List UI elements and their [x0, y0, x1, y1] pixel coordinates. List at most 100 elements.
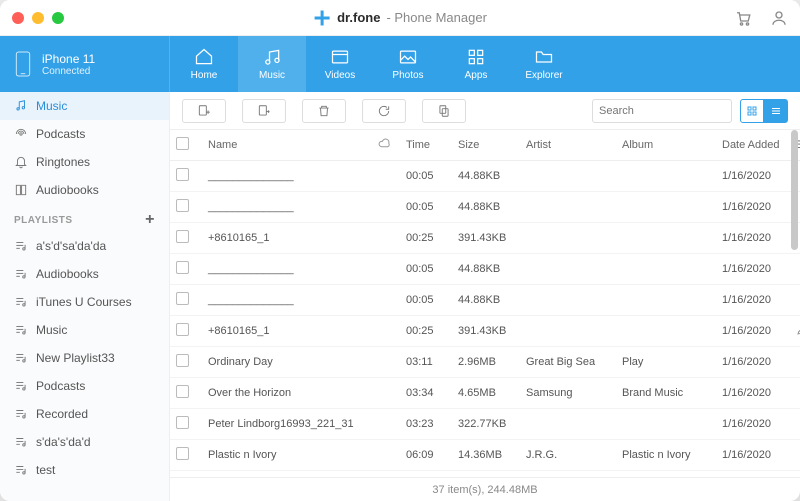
- table-row[interactable]: Peter Lindborg16993_221_3103:23322.77KB1…: [170, 409, 800, 440]
- list-icon: [770, 105, 782, 117]
- row-checkbox[interactable]: [176, 168, 189, 181]
- table-row[interactable]: ______________00:0544.88KB1/16/2020: [170, 192, 800, 223]
- table-row[interactable]: Ordinary Day 03:112.96MBGreat Big SeaPlay…: [170, 347, 800, 378]
- add-playlist-button[interactable]: +: [145, 212, 155, 228]
- book-icon: [14, 183, 28, 197]
- col-artist[interactable]: Artist: [520, 130, 616, 161]
- sidebar-item-podcasts[interactable]: Podcasts: [0, 120, 169, 148]
- sidebar-item-audiobooks[interactable]: Audiobooks: [0, 176, 169, 204]
- playlists-header: PLAYLISTS: [14, 215, 73, 226]
- cell-date: 1/16/2020: [716, 192, 790, 223]
- cell-date: 1/16/2020: [716, 409, 790, 440]
- row-checkbox[interactable]: [176, 199, 189, 212]
- search-box[interactable]: [592, 99, 732, 123]
- cell-album: Play: [616, 347, 716, 378]
- device-name: iPhone 11: [42, 52, 95, 66]
- cell-time: 00:05: [400, 254, 452, 285]
- row-checkbox[interactable]: [176, 416, 189, 429]
- col-time[interactable]: Time: [400, 130, 452, 161]
- music-icon: [262, 47, 282, 67]
- cell-size: 391.43KB: [452, 316, 520, 347]
- table-row[interactable]: ______________00:0544.88KB1/16/2020: [170, 285, 800, 316]
- sidebar: MusicPodcastsRingtonesAudiobooksPLAYLIST…: [0, 92, 170, 501]
- playlist-item[interactable]: a's'd'sa'da'da: [0, 232, 169, 260]
- table-row[interactable]: ______________00:0544.88KB1/16/2020: [170, 254, 800, 285]
- cell-time: 00:05: [400, 285, 452, 316]
- nav-music[interactable]: Music: [238, 36, 306, 92]
- playlist-item[interactable]: Podcasts: [0, 372, 169, 400]
- playlist-item[interactable]: iTunes U Courses: [0, 288, 169, 316]
- scrollbar-thumb[interactable]: [791, 130, 798, 250]
- row-checkbox[interactable]: [176, 261, 189, 274]
- playlist-icon: [14, 407, 28, 421]
- select-all-checkbox[interactable]: [176, 137, 189, 150]
- export-button[interactable]: [242, 99, 286, 123]
- add-icon: [197, 104, 211, 118]
- table-row[interactable]: Over the Horizon03:344.65MBSamsungBrand …: [170, 378, 800, 409]
- row-checkbox[interactable]: [176, 292, 189, 305]
- row-checkbox[interactable]: [176, 354, 189, 367]
- playlist-item[interactable]: Audiobooks: [0, 260, 169, 288]
- cell-time: 03:11: [400, 347, 452, 378]
- nav-explorer[interactable]: Explorer: [510, 36, 578, 92]
- add-button[interactable]: [182, 99, 226, 123]
- delete-button[interactable]: [302, 99, 346, 123]
- playlist-item[interactable]: New Playlist33: [0, 344, 169, 372]
- app-title: dr.fone - Phone Manager: [313, 9, 487, 27]
- cell-date: 1/16/2020: [716, 316, 790, 347]
- sidebar-item-ringtones[interactable]: Ringtones: [0, 148, 169, 176]
- cell-size: 2.96MB: [452, 347, 520, 378]
- cell-name: Ordinary Day: [202, 347, 372, 378]
- brand-text: dr.fone: [337, 10, 380, 25]
- nav-photos[interactable]: Photos: [374, 36, 442, 92]
- nav-home[interactable]: Home: [170, 36, 238, 92]
- podcast-icon: [14, 127, 28, 141]
- refresh-button[interactable]: [362, 99, 406, 123]
- nav-videos[interactable]: Videos: [306, 36, 374, 92]
- playlist-label: Podcasts: [36, 379, 85, 393]
- main-panel: Name Time Size Artist Album Date Added E…: [170, 92, 800, 501]
- device-selector[interactable]: iPhone 11 Connected: [0, 36, 170, 92]
- close-window-button[interactable]: [12, 12, 24, 24]
- playlist-item[interactable]: Recorded: [0, 400, 169, 428]
- cell-artist: [520, 223, 616, 254]
- table-row[interactable]: ______________00:0544.88KB1/16/2020: [170, 161, 800, 192]
- cell-date: 1/16/2020: [716, 440, 790, 471]
- cell-size: 44.88KB: [452, 161, 520, 192]
- playlist-item[interactable]: test: [0, 456, 169, 484]
- cell-artist: Great Big Sea: [520, 347, 616, 378]
- playlist-label: test: [36, 463, 55, 477]
- maximize-window-button[interactable]: [52, 12, 64, 24]
- row-checkbox[interactable]: [176, 323, 189, 336]
- row-checkbox[interactable]: [176, 385, 189, 398]
- col-date[interactable]: Date Added: [716, 130, 790, 161]
- table-scroll[interactable]: Name Time Size Artist Album Date Added E…: [170, 130, 800, 477]
- sidebar-item-music[interactable]: Music: [0, 92, 169, 120]
- table-row[interactable]: +8610165_100:25391.43KB1/16/2020: [170, 223, 800, 254]
- dedupe-button[interactable]: [422, 99, 466, 123]
- row-checkbox[interactable]: [176, 447, 189, 460]
- playlist-item[interactable]: Music: [0, 316, 169, 344]
- col-name[interactable]: Name: [202, 130, 372, 161]
- view-list-button[interactable]: [764, 99, 788, 123]
- search-input[interactable]: [599, 105, 741, 117]
- cell-name: Over the Horizon: [202, 378, 372, 409]
- cart-icon[interactable]: [734, 9, 752, 27]
- cell-name: Peter Lindborg16993_221_31: [202, 409, 372, 440]
- copy-icon: [437, 104, 451, 118]
- minimize-window-button[interactable]: [32, 12, 44, 24]
- nav-apps[interactable]: Apps: [442, 36, 510, 92]
- scrollbar[interactable]: [791, 130, 798, 477]
- user-icon[interactable]: [770, 9, 788, 27]
- view-grid-button[interactable]: [740, 99, 764, 123]
- sidebar-item-label: Music: [36, 99, 67, 113]
- playlist-icon: [14, 295, 28, 309]
- apps-icon: [466, 47, 486, 67]
- col-album[interactable]: Album: [616, 130, 716, 161]
- table-row[interactable]: Plastic n Ivory06:0914.36MBJ.R.G.Plastic…: [170, 440, 800, 471]
- table-row[interactable]: +8610165_100:25391.43KB1/16/2020: [170, 316, 800, 347]
- cell-size: 391.43KB: [452, 223, 520, 254]
- col-size[interactable]: Size: [452, 130, 520, 161]
- row-checkbox[interactable]: [176, 230, 189, 243]
- playlist-item[interactable]: s'da's'da'd: [0, 428, 169, 456]
